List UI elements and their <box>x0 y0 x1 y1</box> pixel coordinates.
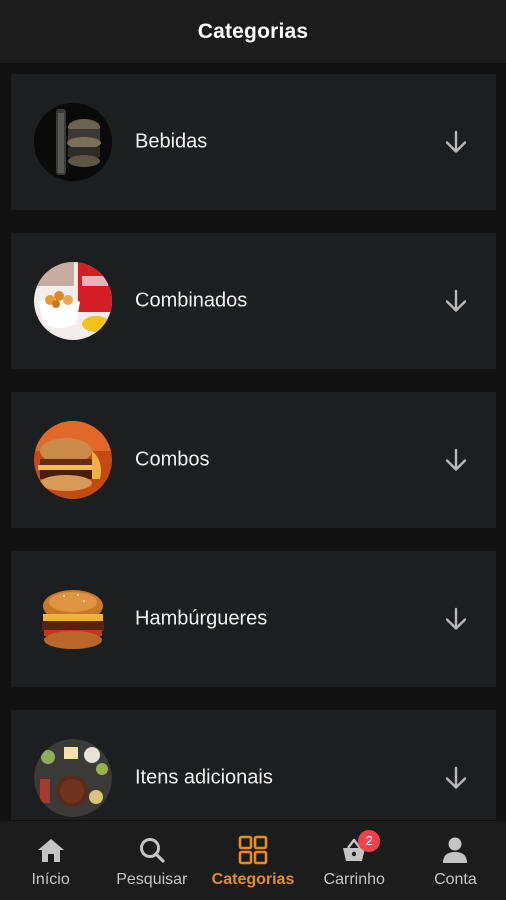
nav-label: Categorias <box>211 871 295 888</box>
arrow-down-icon[interactable] <box>442 605 470 633</box>
arrow-down-icon[interactable] <box>442 764 470 792</box>
nav-label: Carrinho <box>323 871 385 888</box>
category-label: Combos <box>135 448 210 471</box>
category-card-hamburgueres[interactable]: Hambúrgueres <box>11 551 496 687</box>
nav-item-conta[interactable]: Conta <box>405 821 506 900</box>
category-image-combos <box>34 421 112 499</box>
category-label: Bebidas <box>135 130 208 153</box>
cart-badge: 2 <box>358 830 381 852</box>
category-label: Itens adicionais <box>135 766 273 789</box>
nav-label: Início <box>31 871 70 888</box>
category-image-bebidas <box>34 103 112 181</box>
category-image-itens-adicionais <box>34 739 112 817</box>
category-card-itens-adicionais[interactable]: Itens adicionais <box>11 710 496 820</box>
page-title: Categorias <box>197 19 309 43</box>
nav-item-categorias[interactable]: Categorias <box>202 821 303 900</box>
grid-icon <box>237 834 269 866</box>
arrow-down-icon[interactable] <box>442 287 470 315</box>
category-card-combos[interactable]: Combos <box>11 392 496 528</box>
category-label: Hambúrgueres <box>135 607 268 630</box>
category-label: Combinados <box>135 289 248 312</box>
nav-item-pesquisar[interactable]: Pesquisar <box>101 821 202 900</box>
category-list[interactable]: Bebidas Combinados Combos Hambúrgueres I… <box>0 64 506 820</box>
basket-icon: 2 <box>338 830 381 866</box>
top-bar: Categorias <box>0 0 506 64</box>
app-root: Categorias Bebidas Combinados Combos Ham… <box>0 0 506 900</box>
nav-label: Pesquisar <box>116 871 188 888</box>
arrow-down-icon[interactable] <box>442 446 470 474</box>
nav-item-inicio[interactable]: Início <box>0 821 101 900</box>
bottom-navigation: Início Pesquisar Categorias 2 Carrinho C… <box>0 820 506 900</box>
home-icon <box>35 834 67 866</box>
nav-item-carrinho[interactable]: 2 Carrinho <box>304 821 405 900</box>
category-card-bebidas[interactable]: Bebidas <box>11 74 496 210</box>
category-image-hamburgueres <box>34 580 112 658</box>
category-card-combinados[interactable]: Combinados <box>11 233 496 369</box>
nav-label: Conta <box>434 871 477 888</box>
arrow-down-icon[interactable] <box>442 128 470 156</box>
user-icon <box>439 834 471 866</box>
category-image-combinados <box>34 262 112 340</box>
search-icon <box>136 834 168 866</box>
